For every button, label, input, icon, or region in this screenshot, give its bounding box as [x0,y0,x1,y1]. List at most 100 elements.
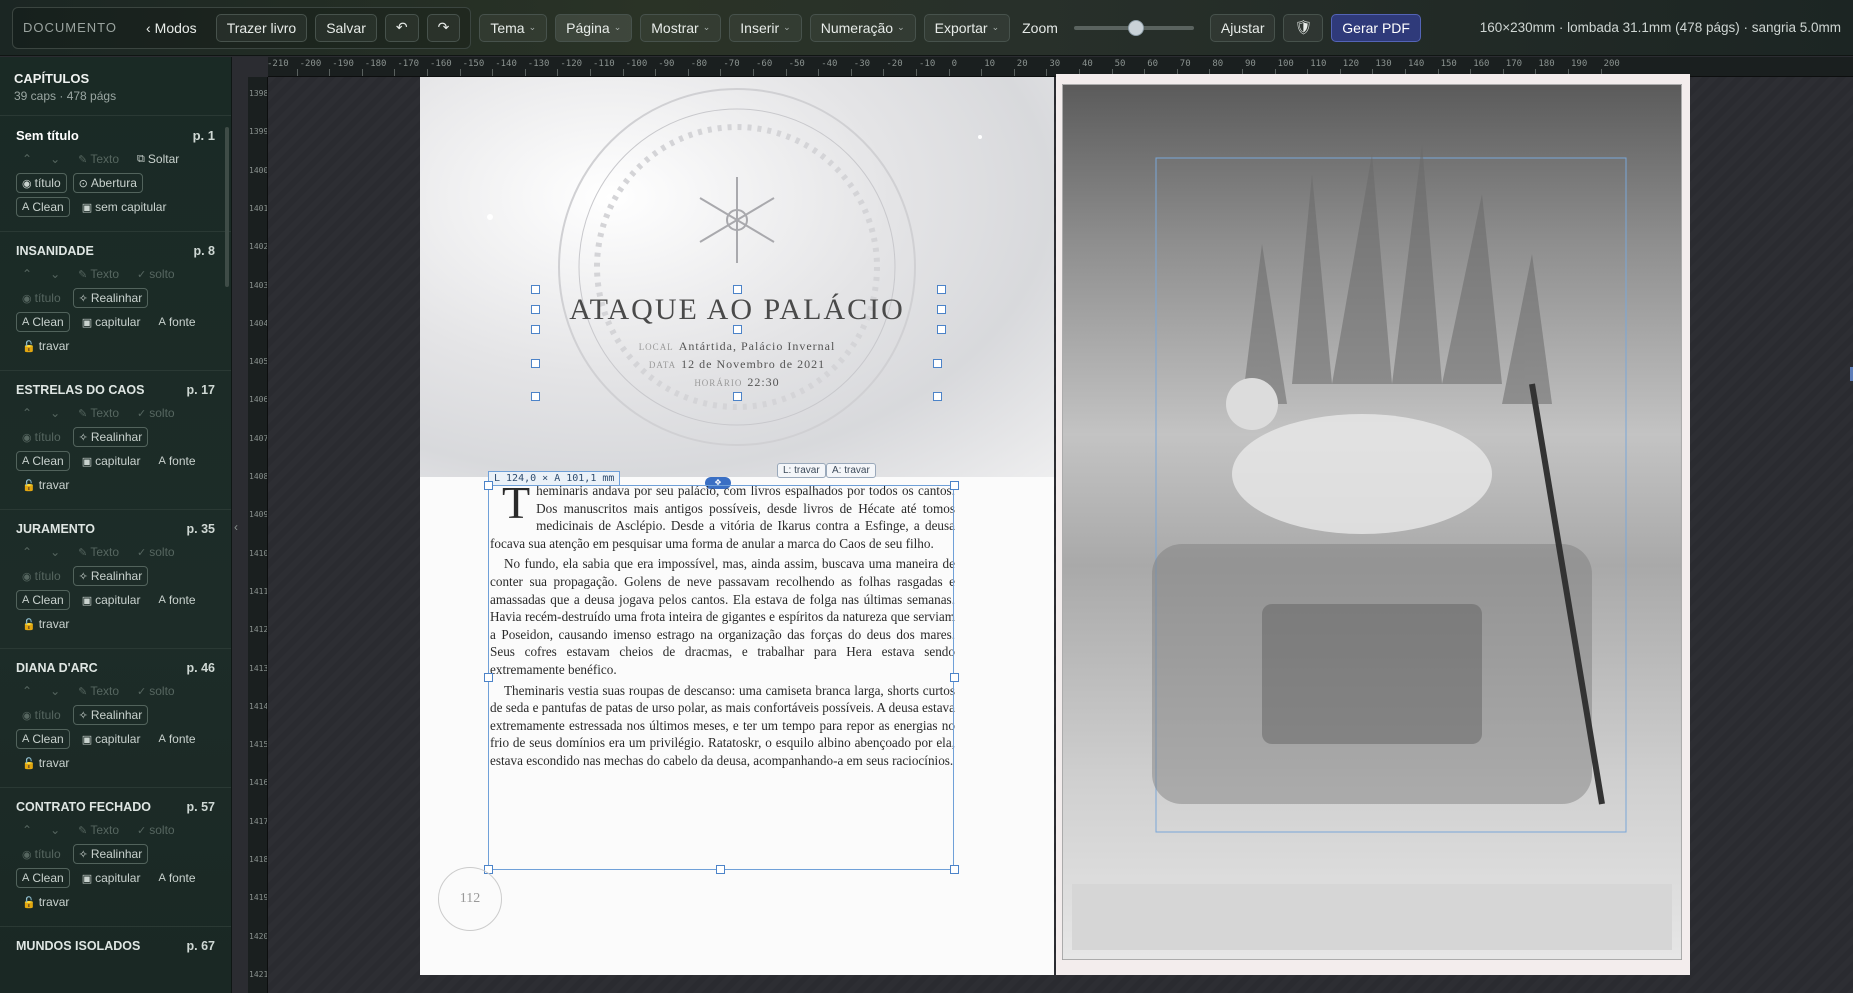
frame-resize-handle[interactable] [950,673,959,682]
title-resize-handle[interactable] [933,392,942,401]
fonte-button[interactable]: Afonte [152,312,201,332]
travar-toggle[interactable]: 🔓 travar [16,614,75,634]
title-resize-handle[interactable] [531,305,540,314]
collapse-sidebar-icon[interactable]: ‹ [234,520,238,534]
move-down-icon[interactable]: ⌄ [44,542,66,562]
title-resize-handle[interactable] [933,359,942,368]
lock-width-button[interactable]: L: travar [777,463,826,478]
clean-button[interactable]: A Clean [16,590,70,610]
frame-resize-handle[interactable] [950,865,959,874]
travar-toggle[interactable]: 🔓 travar [16,753,75,773]
texto-button[interactable]: ✎ Texto [72,403,125,423]
abertura-button[interactable]: ⊙ Abertura [72,173,143,193]
text-frame-selection[interactable] [488,485,954,870]
travar-toggle[interactable]: 🔓 travar [16,336,75,356]
texto-button[interactable]: ✎ Texto [72,681,125,701]
pagina-menu[interactable]: Página ⌄ [555,13,633,42]
fonte-button[interactable]: Afonte [152,451,201,471]
title-resize-handle[interactable] [937,285,946,294]
capitular-toggle[interactable]: ▣ capitular [76,868,147,888]
left-page[interactable]: ATAQUE AO PALÁCIO local Antártida, Paláci… [420,77,1054,975]
chapter-header[interactable]: MUNDOS ISOLADOS p. 67 [16,939,215,953]
travar-toggle[interactable]: 🔓 travar [16,475,75,495]
sidebar-chapter-5[interactable]: CONTRATO FECHADO p. 57 ⌃ ⌄ ✎ Texto ✓ solto ◉ títu… [0,787,231,926]
solto-button[interactable]: ✓ solto [131,820,181,840]
title-resize-handle[interactable] [531,285,540,294]
chapter-header[interactable]: INSANIDADE p. 8 [16,244,215,258]
move-up-icon[interactable]: ⌃ [16,149,38,169]
chapter-header[interactable]: ESTRELAS DO CAOS p. 17 [16,383,215,397]
move-up-icon[interactable]: ⌃ [16,820,38,840]
frame-resize-handle[interactable] [950,481,959,490]
solto-button[interactable]: ✓ solto [131,403,181,423]
title-resize-handle[interactable] [531,325,540,334]
travar-toggle[interactable]: 🔓 travar [16,892,75,912]
salvar-button[interactable]: Salvar [315,13,377,42]
redo-button[interactable]: ↷ [426,13,461,42]
mostrar-menu[interactable]: Mostrar ⌄ [640,13,722,42]
move-up-icon[interactable]: ⌃ [16,403,38,423]
solto-button[interactable]: ✓ solto [131,681,181,701]
title-resize-handle[interactable] [733,285,742,294]
clean-button[interactable]: A Clean [16,451,70,471]
right-page-illustration[interactable] [1056,74,1690,975]
texto-button[interactable]: ✎ Texto [72,264,125,284]
clean-button[interactable]: A Clean [16,729,70,749]
titulo-toggle[interactable]: ◉ título [16,705,67,725]
titulo-toggle[interactable]: ◉ título [16,173,67,193]
capitular-toggle[interactable]: ▣ capitular [76,590,147,610]
title-resize-handle[interactable] [937,325,946,334]
capitular-toggle[interactable]: ▣ capitular [76,312,147,332]
realinhar-button[interactable]: ✧ Realinhar [72,566,149,586]
tema-menu[interactable]: Tema ⌄ [479,13,548,42]
sidebar-chapter-1[interactable]: INSANIDADE p. 8 ⌃ ⌄ ✎ Texto ✓ solto ◉ título ✧ Real… [0,231,231,370]
title-resize-handle[interactable] [733,392,742,401]
chapter-header[interactable]: Sem título p. 1 [16,128,215,143]
capitular-toggle[interactable]: ▣ capitular [76,729,147,749]
ajustar-button[interactable]: Ajustar [1209,13,1276,42]
solto-button[interactable]: ✓ solto [131,264,181,284]
realinhar-button[interactable]: ✧ Realinhar [72,705,149,725]
trazer-livro-button[interactable]: Trazer livro [215,13,308,42]
fonte-button[interactable]: Afonte [152,590,201,610]
texto-button[interactable]: ✎ Texto [72,820,125,840]
chapter-header[interactable]: DIANA D'ARC p. 46 [16,661,215,675]
move-down-icon[interactable]: ⌄ [44,403,66,423]
zoom-slider[interactable] [1073,19,1194,36]
move-down-icon[interactable]: ⌄ [44,681,66,701]
numeracao-menu[interactable]: Numeração ⌄ [809,13,916,42]
titulo-toggle[interactable]: ◉ título [16,288,67,308]
gerar-pdf-button[interactable]: Gerar PDF [1331,13,1421,42]
sidebar-scrollbar[interactable] [225,127,229,287]
sidebar-chapter-6[interactable]: MUNDOS ISOLADOS p. 67 [0,926,231,969]
solto-button[interactable]: ✓ solto [131,542,181,562]
lock-height-button[interactable]: A: travar [826,463,876,478]
texto-button[interactable]: ✎ Texto [72,149,125,169]
title-resize-handle[interactable] [937,305,946,314]
titulo-toggle[interactable]: ◉ título [16,566,67,586]
frame-resize-handle[interactable] [716,865,725,874]
move-up-icon[interactable]: ⌃ [16,681,38,701]
move-up-icon[interactable]: ⌃ [16,264,38,284]
title-resize-handle[interactable] [531,392,540,401]
fonte-button[interactable]: Afonte [152,868,201,888]
chapter-header[interactable]: CONTRATO FECHADO p. 57 [16,800,215,814]
sidebar-chapter-4[interactable]: DIANA D'ARC p. 46 ⌃ ⌄ ✎ Texto ✓ solto ◉ título ✧ Re… [0,648,231,787]
capitular-toggle[interactable]: ▣ sem capitular [76,197,173,217]
move-down-icon[interactable]: ⌄ [44,149,66,169]
fonte-button[interactable]: Afonte [152,729,201,749]
chapter-header[interactable]: JURAMENTO p. 35 [16,522,215,536]
title-resize-handle[interactable] [531,359,540,368]
frame-resize-handle[interactable] [484,673,493,682]
sidebar-chapter-2[interactable]: ESTRELAS DO CAOS p. 17 ⌃ ⌄ ✎ Texto ✓ solto ◉ títu… [0,370,231,509]
zoom-slider-knob[interactable] [1128,19,1145,36]
realinhar-button[interactable]: ✧ Realinhar [72,288,149,308]
clean-button[interactable]: A Clean [16,197,70,217]
modos-button[interactable]: ‹ Modos [135,14,208,42]
move-down-icon[interactable]: ⌄ [44,264,66,284]
texto-button[interactable]: ✎ Texto [72,542,125,562]
shield-button[interactable]: 🛡 [1283,13,1324,42]
capitular-toggle[interactable]: ▣ capitular [76,451,147,471]
clean-button[interactable]: A Clean [16,868,70,888]
inserir-menu[interactable]: Inserir ⌄ [729,13,802,42]
